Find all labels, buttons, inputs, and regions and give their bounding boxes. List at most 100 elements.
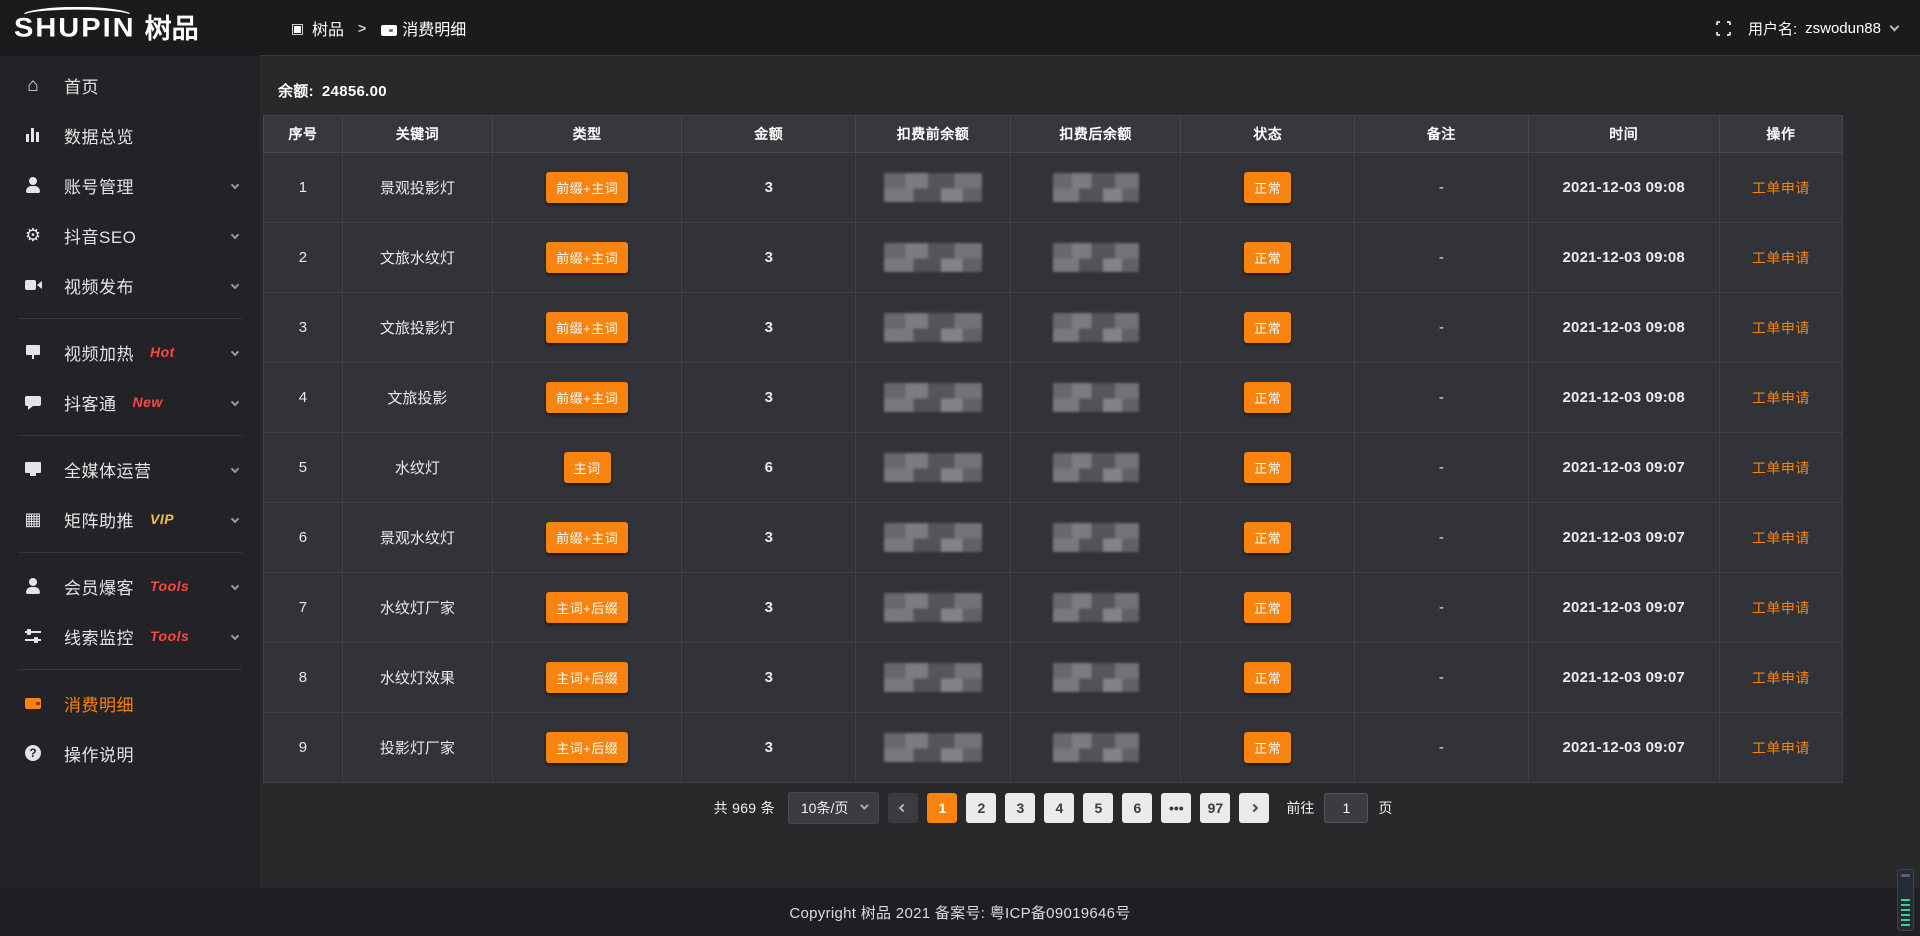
sidebar-item-douketong[interactable]: 抖客通 New <box>0 382 260 422</box>
sidebar-item-media-operation[interactable]: 全媒体运营 <box>0 449 260 489</box>
sidebar-item-matrix-boost[interactable]: 矩阵助推 VIP <box>0 499 260 539</box>
cell-type: 前缀+主词 <box>492 293 681 363</box>
chevron-down-icon <box>231 398 239 406</box>
breadcrumb: 树品 > 消费明细 <box>290 16 466 40</box>
page-button[interactable]: 2 <box>966 793 996 823</box>
video-camera-icon <box>24 276 42 294</box>
ticket-request-link[interactable]: 工单申请 <box>1752 320 1810 336</box>
cell-keyword: 文旅水纹灯 <box>342 223 492 293</box>
cell-type: 前缀+主词 <box>492 363 681 433</box>
cell-index: 2 <box>264 223 343 293</box>
sidebar-item-account-management[interactable]: 账号管理 <box>0 165 260 205</box>
wallet-icon <box>380 21 395 36</box>
sidebar-divider <box>18 669 242 670</box>
cell-type: 前缀+主词 <box>492 503 681 573</box>
sidebar-item-home[interactable]: 首页 <box>0 65 260 105</box>
sidebar-item-douyin-seo[interactable]: 抖音SEO <box>0 215 260 255</box>
breadcrumb-current[interactable]: 消费明细 <box>380 16 466 40</box>
fullscreen-icon[interactable] <box>1715 20 1732 37</box>
home-icon <box>24 76 42 94</box>
pagination: 共 969 条 10条/页 123456•••97 前往 页 <box>263 792 1843 824</box>
cell-status: 正常 <box>1181 573 1355 643</box>
chevron-right-icon <box>1250 804 1258 812</box>
blurred-balance-after <box>1053 663 1139 693</box>
ticket-request-link[interactable]: 工单申请 <box>1752 600 1810 616</box>
more-pages-button[interactable]: ••• <box>1161 793 1191 823</box>
monitor-icon <box>24 460 42 478</box>
page-button[interactable]: 6 <box>1122 793 1152 823</box>
page-button[interactable]: 3 <box>1005 793 1035 823</box>
next-page-button[interactable] <box>1239 793 1269 823</box>
sidebar-item-data-overview[interactable]: 数据总览 <box>0 115 260 155</box>
pagination-total: 共 969 条 <box>714 798 775 818</box>
cell-time: 2021-12-03 09:08 <box>1528 223 1719 293</box>
table-row: 4 文旅投影 前缀+主词 3 正常 - 2021-12-03 09:08 工单申… <box>264 363 1843 433</box>
comment-icon <box>24 393 42 411</box>
sidebar-divider <box>18 552 242 553</box>
column-header: 关键词 <box>342 116 492 153</box>
chevron-down-icon[interactable] <box>1890 21 1900 31</box>
floating-widget <box>1897 869 1914 931</box>
cell-action: 工单申请 <box>1719 363 1842 433</box>
page-size-select[interactable]: 10条/页 <box>788 792 879 824</box>
cell-keyword: 水纹灯厂家 <box>342 573 492 643</box>
sidebar-item-video-heat[interactable]: 视频加热 Hot <box>0 332 260 372</box>
cell-balance-before <box>856 713 1011 783</box>
sidebar-item-lead-monitor[interactable]: 线索监控 Tools <box>0 616 260 656</box>
cell-status: 正常 <box>1181 153 1355 223</box>
username-value[interactable]: zswodun88 <box>1805 20 1881 37</box>
cell-remark: - <box>1355 643 1529 713</box>
cell-type: 主词+后缀 <box>492 713 681 783</box>
type-badge: 前缀+主词 <box>546 312 628 343</box>
cell-index: 5 <box>264 433 343 503</box>
cell-time: 2021-12-03 09:07 <box>1528 433 1719 503</box>
cell-amount: 3 <box>682 153 856 223</box>
sidebar-item-consumption-detail[interactable]: 消费明细 <box>0 683 260 723</box>
page-button[interactable]: 1 <box>927 793 957 823</box>
ticket-request-link[interactable]: 工单申请 <box>1752 530 1810 546</box>
display-icon <box>24 343 42 361</box>
ticket-request-link[interactable]: 工单申请 <box>1752 180 1810 196</box>
app-icon <box>290 21 305 36</box>
page-button[interactable]: 4 <box>1044 793 1074 823</box>
cell-balance-before <box>856 573 1011 643</box>
table-row: 8 水纹灯效果 主词+后缀 3 正常 - 2021-12-03 09:07 工单… <box>264 643 1843 713</box>
breadcrumb-home[interactable]: 树品 <box>290 16 344 40</box>
prev-page-button[interactable] <box>888 793 918 823</box>
cell-action: 工单申请 <box>1719 433 1842 503</box>
cell-index: 4 <box>264 363 343 433</box>
copyright-text: Copyright 树品 2021 备案号: 粤ICP备09019646号 <box>789 902 1130 923</box>
cell-amount: 3 <box>682 573 856 643</box>
page-button[interactable]: 97 <box>1200 793 1230 823</box>
cell-balance-after <box>1010 293 1181 363</box>
goto-label: 前往 <box>1286 798 1314 818</box>
cell-time: 2021-12-03 09:07 <box>1528 643 1719 713</box>
ticket-request-link[interactable]: 工单申请 <box>1752 460 1810 476</box>
sidebar-item-instructions[interactable]: 操作说明 <box>0 733 260 773</box>
sidebar-item-label: 操作说明 <box>64 741 134 766</box>
ticket-request-link[interactable]: 工单申请 <box>1752 670 1810 686</box>
blurred-balance-after <box>1053 173 1139 203</box>
cell-action: 工单申请 <box>1719 713 1842 783</box>
column-header: 类型 <box>492 116 681 153</box>
ticket-request-link[interactable]: 工单申请 <box>1752 740 1810 756</box>
ticket-request-link[interactable]: 工单申请 <box>1752 250 1810 266</box>
sidebar-item-member-burst[interactable]: 会员爆客 Tools <box>0 566 260 606</box>
page-size-value: 10条/页 <box>801 798 848 818</box>
blurred-balance-before <box>884 313 982 343</box>
sliders-icon <box>24 627 42 645</box>
ticket-request-link[interactable]: 工单申请 <box>1752 390 1810 406</box>
type-badge: 前缀+主词 <box>546 382 628 413</box>
cell-amount: 3 <box>682 503 856 573</box>
cell-amount: 6 <box>682 433 856 503</box>
sidebar-divider <box>18 318 242 319</box>
sidebar-item-video-publish[interactable]: 视频发布 <box>0 265 260 305</box>
type-badge: 前缀+主词 <box>546 172 628 203</box>
table-row: 5 水纹灯 主词 6 正常 - 2021-12-03 09:07 工单申请 <box>264 433 1843 503</box>
cell-index: 7 <box>264 573 343 643</box>
goto-page-input[interactable] <box>1324 793 1368 823</box>
status-badge: 正常 <box>1244 242 1291 273</box>
cell-balance-before <box>856 363 1011 433</box>
cell-amount: 3 <box>682 643 856 713</box>
page-button[interactable]: 5 <box>1083 793 1113 823</box>
